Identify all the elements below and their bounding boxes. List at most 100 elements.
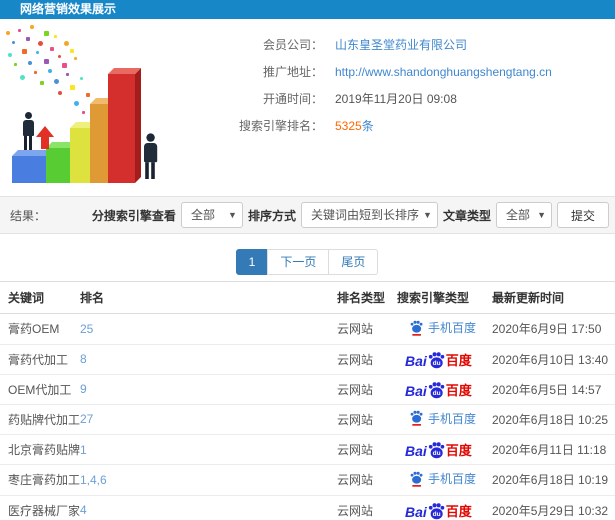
page: 网络营销效果展示 会员公司： 山东皇圣堂药业有限公司 推广地址： http://… xyxy=(0,0,615,520)
table-row: 膏药OEM 25 云网站 手机百度 2020年6月9日 17:50 xyxy=(0,313,615,345)
engine-select-value: 全部 xyxy=(190,208,215,222)
updated-cell: 2020年6月10日 13:40 xyxy=(492,352,609,367)
col-header-updated: 最新更新时间 xyxy=(492,281,615,314)
keyword-cell: 药贴牌代加工 xyxy=(8,412,81,427)
mobile-baidu-paw-icon xyxy=(410,320,423,336)
baidu-logo: Bai du 百度 xyxy=(397,380,472,399)
result-label: 结果： xyxy=(10,208,47,223)
rank-type-cell: 云网站 xyxy=(337,382,374,397)
baidu-logo-bai: Bai xyxy=(405,503,427,520)
company-label: 会员公司： xyxy=(262,38,323,52)
col-header-rank-type: 排名类型 xyxy=(337,281,397,314)
sort-filter-label: 排序方式 xyxy=(247,208,296,223)
mobile-baidu-label: 手机百度 xyxy=(428,321,477,335)
engine-filter-label: 分搜索引擎查看 xyxy=(91,208,176,223)
mobile-baidu-paw-icon xyxy=(410,471,423,487)
updated-cell: 2020年6月18日 10:19 xyxy=(492,473,609,488)
rank-link[interactable]: 1 xyxy=(80,443,87,457)
rank-link[interactable]: 8 xyxy=(80,352,87,366)
up-arrow-icon xyxy=(36,126,54,149)
chevron-down-icon: ▼ xyxy=(423,210,432,220)
updated-cell: 2020年5月29日 10:32 xyxy=(492,503,609,518)
table-row: 膏药代加工 8 云网站 Bai du 百度 2020年6月10日 13:40 xyxy=(0,344,615,375)
company-info-list: 会员公司： 山东皇圣堂药业有限公司 推广地址： http://www.shand… xyxy=(195,19,615,191)
table-row: 医疗器械厂家 4 云网站 Bai du 百度 2020年5月29日 10:32 xyxy=(0,495,615,520)
mobile-baidu-badge: 手机百度 xyxy=(397,410,476,427)
article-type-select[interactable]: 全部 ▼ xyxy=(495,202,552,228)
info-row-open-time: 开通时间： 2019年11月20日 09:08 xyxy=(195,90,615,108)
svg-text:du: du xyxy=(432,390,440,397)
baidu-logo-cn: 百度 xyxy=(445,352,472,368)
baidu-paw-icon: du xyxy=(428,381,445,398)
baidu-logo: Bai du 百度 xyxy=(397,501,472,520)
info-row-company: 会员公司： 山东皇圣堂药业有限公司 xyxy=(195,36,615,54)
baidu-paw-icon: du xyxy=(428,502,445,519)
info-section: 会员公司： 山东皇圣堂药业有限公司 推广地址： http://www.shand… xyxy=(0,19,615,191)
rank-type-cell: 云网站 xyxy=(337,503,374,518)
rank-count-label: 搜索引擎排名： xyxy=(238,119,323,133)
open-time-label: 开通时间： xyxy=(262,92,323,106)
keyword-cell: OEM代加工 xyxy=(8,382,72,397)
mobile-baidu-label: 手机百度 xyxy=(428,472,477,486)
baidu-logo: Bai du 百度 xyxy=(397,350,472,369)
table-header-row: 关键词 排名 排名类型 搜索引擎类型 最新更新时间 xyxy=(0,281,615,314)
page-header: 网络营销效果展示 xyxy=(0,0,615,19)
mobile-baidu-label: 手机百度 xyxy=(428,411,477,426)
baidu-logo-cn: 百度 xyxy=(445,503,472,519)
rank-link[interactable]: 27 xyxy=(80,412,93,426)
chevron-down-icon: ▼ xyxy=(537,210,546,220)
rank-link[interactable]: 1,4,6 xyxy=(80,473,107,487)
col-header-rank: 排名 xyxy=(80,281,337,314)
sort-select[interactable]: 关键词由短到长排序 ▼ xyxy=(300,202,438,228)
rank-link[interactable]: 25 xyxy=(80,322,93,336)
company-name-link[interactable]: 山东皇圣堂药业有限公司 xyxy=(335,36,467,54)
mobile-baidu-badge: 手机百度 xyxy=(397,470,476,487)
baidu-logo-cn: 百度 xyxy=(445,443,472,458)
bar-chart-illustration xyxy=(0,19,195,191)
baidu-logo-bai: Bai xyxy=(405,443,427,459)
rank-type-cell: 云网站 xyxy=(337,473,374,488)
table-row: 北京膏药贴牌 1 云网站 Bai du 百度 2020年6月11日 11:18 xyxy=(0,434,615,465)
updated-cell: 2020年6月9日 17:50 xyxy=(492,322,602,337)
baidu-logo-bai: Bai xyxy=(405,352,427,369)
rank-link[interactable]: 9 xyxy=(80,382,87,396)
mobile-baidu-paw-icon xyxy=(410,410,423,426)
keyword-cell: 北京膏药贴牌 xyxy=(8,443,81,457)
promo-url-label: 推广地址： xyxy=(262,65,323,79)
col-header-keyword: 关键词 xyxy=(0,281,80,314)
keyword-cell: 医疗器械厂家 xyxy=(8,503,81,518)
updated-cell: 2020年6月5日 14:57 xyxy=(492,382,602,397)
table-row: 药贴牌代加工 27 云网站 手机百度 2020年6月18日 10:25 xyxy=(0,404,615,435)
table-row: 枣庄膏药加工 1,4,6 云网站 手机百度 2020年6月18日 10:19 xyxy=(0,464,615,496)
pagination-next[interactable]: 下一页 xyxy=(267,249,330,275)
engine-select[interactable]: 全部 ▼ xyxy=(180,202,243,228)
baidu-logo-bai: Bai xyxy=(405,382,427,399)
baidu-logo: Bai du 百度 xyxy=(397,440,472,459)
pagination-last[interactable]: 尾页 xyxy=(328,249,379,275)
promo-url-link[interactable]: http://www.shandonghuangshengtang.cn xyxy=(335,63,552,81)
pagination: 1 下一页 尾页 xyxy=(0,249,615,275)
submit-button[interactable]: 提交 xyxy=(556,202,609,228)
keyword-cell: 膏药OEM xyxy=(8,322,60,337)
rank-type-cell: 云网站 xyxy=(337,322,374,337)
pagination-page-1[interactable]: 1 xyxy=(235,249,269,275)
updated-cell: 2020年6月18日 10:25 xyxy=(492,412,609,427)
businessman-figure-left xyxy=(20,112,36,150)
chevron-down-icon: ▼ xyxy=(228,210,237,220)
open-time-value: 2019年11月20日 09:08 xyxy=(335,92,457,106)
rank-count-suffix: 条 xyxy=(361,119,374,133)
table-row: OEM代加工 9 云网站 Bai du 百度 2020年6月5日 14:57 xyxy=(0,374,615,405)
businessman-figure-right xyxy=(140,133,159,179)
baidu-paw-icon: du xyxy=(428,442,445,459)
rank-link[interactable]: 4 xyxy=(80,503,87,517)
article-type-label: 文章类型 xyxy=(442,208,491,223)
filter-controls: 分搜索引擎查看 全部 ▼ 排序方式 关键词由短到长排序 ▼ 文章类型 全部 ▼ … xyxy=(92,202,609,228)
article-type-select-value: 全部 xyxy=(505,208,530,222)
info-row-url: 推广地址： http://www.shandonghuangshengtang.… xyxy=(195,63,615,81)
illustration-bar-red xyxy=(108,68,141,183)
baidu-paw-icon: du xyxy=(428,351,445,368)
results-table-body: 膏药OEM 25 云网站 手机百度 2020年6月9日 17:50 膏药代加工 8 云网站 B… xyxy=(0,313,615,520)
rank-count-number: 5325 xyxy=(335,119,362,133)
page-title: 网络营销效果展示 xyxy=(20,2,117,16)
results-table: 关键词 排名 排名类型 搜索引擎类型 最新更新时间 膏药OEM 25 云网站 手机百… xyxy=(0,281,615,520)
